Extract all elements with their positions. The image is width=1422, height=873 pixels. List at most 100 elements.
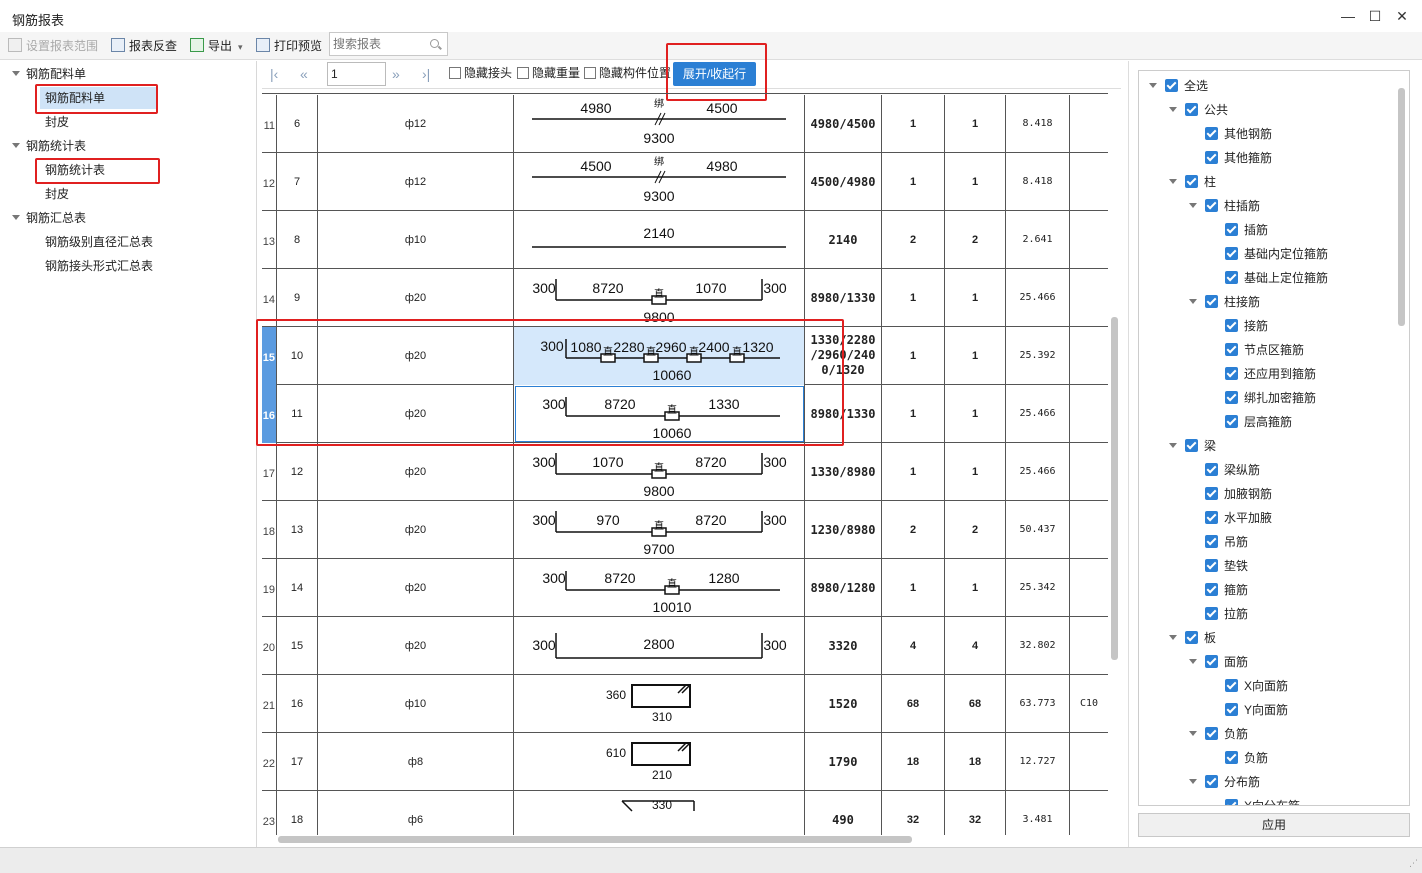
filter-item[interactable]: X向分布筋 <box>1225 797 1300 805</box>
filter-item[interactable]: 吊筋 <box>1205 533 1248 551</box>
filter-item[interactable]: 基础上定位箍筋 <box>1225 269 1328 287</box>
minimize-button[interactable]: — <box>1334 6 1362 26</box>
hide-position-checkbox[interactable]: 隐藏构件位置 <box>584 66 671 80</box>
checkbox-checked-icon[interactable] <box>1185 103 1198 116</box>
checkbox-checked-icon[interactable] <box>1225 223 1238 236</box>
reverse-check-button[interactable]: 报表反查 <box>111 38 177 54</box>
checkbox-checked-icon[interactable] <box>1185 631 1198 644</box>
checkbox-checked-icon[interactable] <box>1205 655 1218 668</box>
filter-item[interactable]: 分布筋 <box>1189 773 1260 791</box>
hide-joint-checkbox[interactable]: 隐藏接头 <box>449 66 512 80</box>
checkbox-checked-icon[interactable] <box>1225 319 1238 332</box>
search-input[interactable] <box>330 33 426 55</box>
maximize-button[interactable]: ☐ <box>1361 6 1389 26</box>
prev-page-icon[interactable]: « <box>300 66 308 82</box>
table-row[interactable]: 17 12 ф20 300 300 1070 8720 直 9800 1330/8980 1 1 25.… <box>262 443 1108 501</box>
search-icon[interactable] <box>430 39 439 48</box>
checkbox-checked-icon[interactable] <box>1205 559 1218 572</box>
table-row[interactable]: 11 6 ф12 4980 4500 绑 9300 4980/4500 1 1 8.418 <box>262 95 1108 153</box>
table-row[interactable]: 18 13 ф20 300 300 970 8720 直 9700 1230/8980 2 2 50.4… <box>262 501 1108 559</box>
chevron-down-icon[interactable] <box>12 215 20 220</box>
checkbox-checked-icon[interactable] <box>1225 415 1238 428</box>
filter-scrollbar[interactable] <box>1398 88 1405 326</box>
filter-item[interactable]: 拉筋 <box>1205 605 1248 623</box>
set-range-button[interactable]: 设置报表范围 <box>8 38 98 54</box>
chevron-down-icon[interactable] <box>1189 779 1197 784</box>
filter-item[interactable]: 还应用到箍筋 <box>1225 365 1316 383</box>
checkbox-checked-icon[interactable] <box>1205 727 1218 740</box>
tree-item[interactable]: 钢筋接头形式汇总表 <box>40 255 153 277</box>
hide-weight-checkbox[interactable]: 隐藏重量 <box>517 66 580 80</box>
filter-item[interactable]: 柱 <box>1169 173 1216 191</box>
chevron-down-icon[interactable] <box>1149 83 1157 88</box>
filter-item[interactable]: 加腋钢筋 <box>1205 485 1272 503</box>
apply-button[interactable]: 应用 <box>1138 813 1410 837</box>
tree-item[interactable]: 钢筋级别直径汇总表 <box>40 231 153 253</box>
chevron-down-icon[interactable] <box>1189 203 1197 208</box>
filter-item[interactable]: 节点区箍筋 <box>1225 341 1304 359</box>
checkbox-checked-icon[interactable] <box>1205 607 1218 620</box>
print-preview-button[interactable]: 打印预览 <box>256 38 322 54</box>
chevron-down-icon[interactable] <box>1169 179 1177 184</box>
filter-item[interactable]: 柱接筋 <box>1189 293 1260 311</box>
chevron-down-icon[interactable] <box>1189 299 1197 304</box>
tree-group[interactable]: 钢筋汇总表 <box>12 207 86 229</box>
table-row[interactable]: 22 17 ф8 610 210 1790 18 18 12.727 <box>262 733 1108 791</box>
table-row[interactable]: 15 10 ф20 300 1080 2280 2960 2400 1320 直直直直 10060 1… <box>262 327 1108 385</box>
chevron-down-icon[interactable] <box>1169 635 1177 640</box>
filter-item[interactable]: 板 <box>1169 629 1216 647</box>
checkbox-checked-icon[interactable] <box>1225 799 1238 805</box>
checkbox-checked-icon[interactable] <box>1225 343 1238 356</box>
filter-item[interactable]: 垫铁 <box>1205 557 1248 575</box>
filter-item[interactable]: 插筋 <box>1225 221 1268 239</box>
page-number-input[interactable]: 1 <box>327 62 386 86</box>
chevron-down-icon[interactable] <box>1169 443 1177 448</box>
filter-item[interactable]: 梁纵筋 <box>1205 461 1260 479</box>
filter-item[interactable]: 箍筋 <box>1205 581 1248 599</box>
close-button[interactable]: ✕ <box>1388 6 1416 26</box>
last-page-icon[interactable]: ›| <box>422 66 430 82</box>
table-row[interactable]: 19 14 ф20 300 8720 1280 直 10010 8980/1280 1 1 25.34… <box>262 559 1108 617</box>
resize-grip-icon[interactable]: ⋰ <box>1409 858 1418 869</box>
table-row[interactable]: 21 16 ф10 360 310 1520 68 68 63.773 C10 <box>262 675 1108 733</box>
checkbox-checked-icon[interactable] <box>1205 535 1218 548</box>
chevron-down-icon[interactable] <box>1189 659 1197 664</box>
filter-item[interactable]: 其他箍筋 <box>1205 149 1272 167</box>
filter-item[interactable]: 负筋 <box>1225 749 1268 767</box>
checkbox-checked-icon[interactable] <box>1205 151 1218 164</box>
table-row[interactable]: 14 9 ф20 300 300 8720 1070 直 9800 8980/1330 1 1 25.4… <box>262 269 1108 327</box>
checkbox-checked-icon[interactable] <box>1185 175 1198 188</box>
chevron-down-icon[interactable] <box>1169 107 1177 112</box>
filter-item[interactable]: Y向面筋 <box>1225 701 1288 719</box>
checkbox-checked-icon[interactable] <box>1205 511 1218 524</box>
chevron-down-icon[interactable] <box>12 71 20 76</box>
filter-item[interactable]: 负筋 <box>1189 725 1248 743</box>
checkbox-checked-icon[interactable] <box>1225 367 1238 380</box>
checkbox-checked-icon[interactable] <box>1205 127 1218 140</box>
checkbox-checked-icon[interactable] <box>1205 583 1218 596</box>
checkbox-checked-icon[interactable] <box>1225 271 1238 284</box>
chevron-down-icon[interactable] <box>1189 731 1197 736</box>
table-row[interactable]: 20 15 ф20 300 300 2800 3320 4 4 32.802 <box>262 617 1108 675</box>
tree-group[interactable]: 钢筋统计表 <box>12 135 86 157</box>
checkbox-checked-icon[interactable] <box>1205 775 1218 788</box>
filter-item[interactable]: 柱插筋 <box>1189 197 1260 215</box>
chevron-down-icon[interactable] <box>12 143 20 148</box>
filter-item[interactable]: 公共 <box>1169 101 1228 119</box>
filter-item[interactable]: 层高箍筋 <box>1225 413 1292 431</box>
table-row[interactable]: 13 8 ф10 2140 2140 2 2 2.641 <box>262 211 1108 269</box>
filter-item[interactable]: 接筋 <box>1225 317 1268 335</box>
checkbox-checked-icon[interactable] <box>1225 751 1238 764</box>
checkbox-checked-icon[interactable] <box>1205 463 1218 476</box>
tree-group[interactable]: 钢筋配料单 <box>12 63 86 85</box>
checkbox-checked-icon[interactable] <box>1225 247 1238 260</box>
filter-item[interactable]: 面筋 <box>1189 653 1248 671</box>
filter-item[interactable]: 全选 <box>1149 77 1208 95</box>
filter-item[interactable]: 基础内定位箍筋 <box>1225 245 1328 263</box>
checkbox-checked-icon[interactable] <box>1225 703 1238 716</box>
table-row[interactable]: 12 7 ф12 4500 4980 绑 9300 4500/4980 1 1 8.418 <box>262 153 1108 211</box>
filter-item[interactable]: X向面筋 <box>1225 677 1288 695</box>
checkbox-checked-icon[interactable] <box>1205 199 1218 212</box>
table-row[interactable]: 16 11 ф20 300 8720 1330 直 10060 8980/1330 1 1 25.46… <box>262 385 1108 443</box>
next-page-icon[interactable]: » <box>392 66 400 82</box>
